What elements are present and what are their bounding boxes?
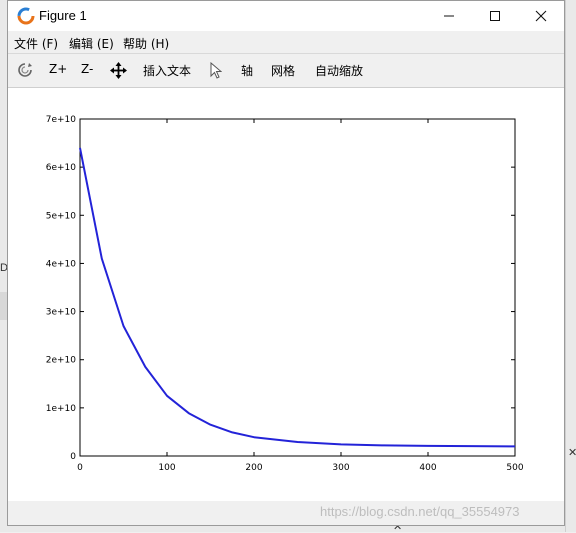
toolbar: Z+ Z- 插入文本 轴 网格 自动缩放 bbox=[8, 54, 564, 88]
autoscale-button[interactable]: 自动缩放 bbox=[315, 62, 363, 79]
figure-window: Figure 1 文件 (F) 编辑 (E) 帮助 (H) Z+ Z- 插入文本… bbox=[7, 0, 565, 526]
grid-button[interactable]: 网格 bbox=[271, 62, 295, 79]
x-tick-label: 200 bbox=[245, 463, 262, 473]
y-tick-label: 4e+10 bbox=[46, 259, 77, 269]
zoom-out-button[interactable]: Z- bbox=[81, 62, 93, 76]
axes: 0 100 200 300 400 500 0 1e+10 2e+10 3e+10 4e+10 5e+… bbox=[46, 115, 524, 473]
pointer-arrow-icon[interactable] bbox=[210, 62, 222, 79]
background-close-icon: ✕ bbox=[568, 446, 576, 459]
y-tick-label: 6e+10 bbox=[46, 163, 77, 173]
maximize-button[interactable] bbox=[472, 1, 518, 31]
plot-frame bbox=[79, 118, 516, 457]
rotate-icon[interactable] bbox=[17, 62, 33, 78]
plot-canvas[interactable]: 0 100 200 300 400 500 0 1e+10 2e+10 3e+10 4e+10 5e+… bbox=[8, 88, 564, 501]
insert-text-button[interactable]: 插入文本 bbox=[143, 62, 191, 79]
menu-edit[interactable]: 编辑 (E) bbox=[69, 35, 114, 52]
x-tick-label: 100 bbox=[158, 463, 175, 473]
y-tick-label: 7e+10 bbox=[46, 115, 77, 125]
close-button[interactable] bbox=[518, 1, 564, 31]
pan-move-icon[interactable] bbox=[110, 62, 127, 79]
y-tick-label: 0 bbox=[70, 452, 76, 462]
menu-help[interactable]: 帮助 (H) bbox=[123, 35, 169, 52]
x-tick-label: 500 bbox=[506, 463, 523, 473]
x-tick-label: 400 bbox=[419, 463, 436, 473]
watermark: https://blog.csdn.net/qq_35554973 bbox=[320, 504, 520, 519]
title-bar[interactable]: Figure 1 bbox=[8, 1, 564, 31]
line-chart: 0 100 200 300 400 500 0 1e+10 2e+10 3e+10 4e+10 5e+… bbox=[46, 115, 524, 473]
octave-figure-icon bbox=[17, 7, 35, 25]
y-tick-label: 1e+10 bbox=[46, 404, 77, 414]
x-tick-label: 0 bbox=[77, 463, 83, 473]
minimize-button[interactable] bbox=[426, 1, 472, 31]
maximize-icon bbox=[490, 11, 500, 21]
minimize-icon bbox=[444, 15, 454, 17]
background-divider bbox=[565, 0, 566, 532]
zoom-in-button[interactable]: Z+ bbox=[49, 62, 67, 76]
menu-bar: 文件 (F) 编辑 (E) 帮助 (H) bbox=[8, 31, 564, 53]
menu-file[interactable]: 文件 (F) bbox=[14, 35, 58, 52]
y-tick-label: 2e+10 bbox=[46, 356, 77, 366]
close-icon bbox=[535, 10, 547, 22]
y-tick-label: 5e+10 bbox=[46, 211, 77, 221]
y-tick-label: 3e+10 bbox=[46, 308, 77, 318]
x-tick-label: 300 bbox=[332, 463, 349, 473]
axis-button[interactable]: 轴 bbox=[241, 62, 253, 79]
window-title: Figure 1 bbox=[39, 8, 87, 23]
